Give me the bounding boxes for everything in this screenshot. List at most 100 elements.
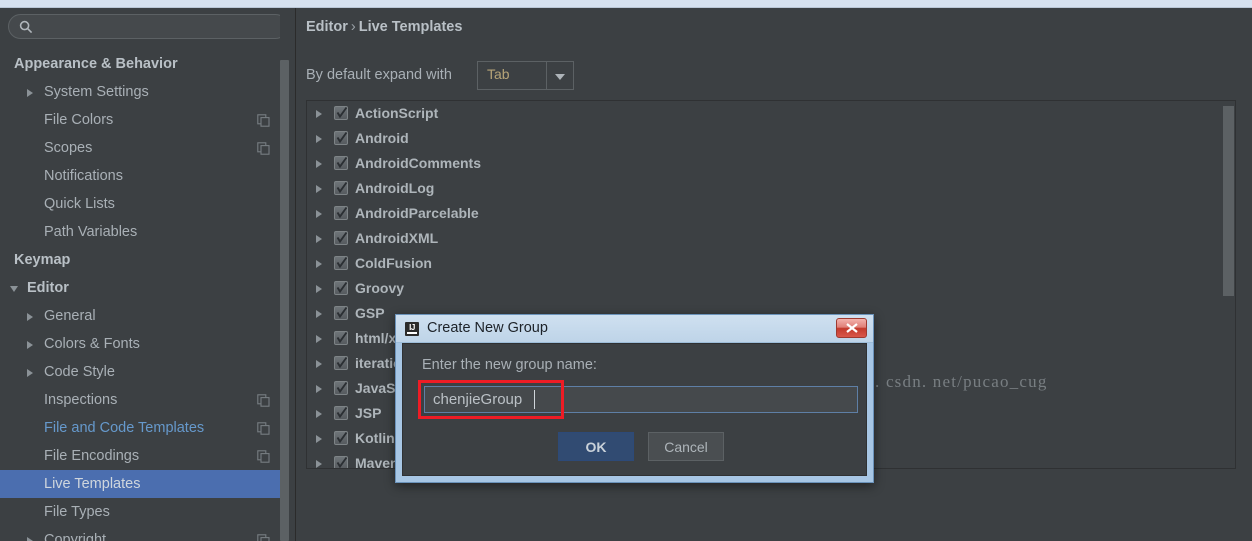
chevron-right-icon[interactable] [316, 235, 322, 243]
template-group-row[interactable]: Android [307, 126, 1235, 151]
close-button[interactable] [836, 318, 867, 338]
sidebar-item-label: Copyright [44, 532, 107, 541]
dialog-titlebar[interactable]: IJ Create New Group [396, 315, 873, 343]
copy-icon [257, 450, 270, 463]
chevron-right-icon[interactable] [27, 89, 33, 97]
group-checkbox[interactable] [334, 406, 348, 420]
sidebar-item-keymap[interactable]: Keymap [0, 246, 284, 274]
sidebar-item-code-style[interactable]: Code Style [0, 358, 284, 386]
ok-button[interactable]: OK [558, 432, 634, 461]
chevron-right-icon[interactable] [316, 160, 322, 168]
breadcrumb-current: Live Templates [358, 19, 463, 35]
sidebar-item-label: File Types [44, 504, 110, 520]
chevron-right-icon[interactable] [316, 185, 322, 193]
search-input[interactable] [39, 15, 287, 40]
sidebar-item-general[interactable]: General [0, 302, 284, 330]
breadcrumb-root[interactable]: Editor [306, 19, 348, 35]
group-checkbox[interactable] [334, 356, 348, 370]
group-name: JSP [355, 405, 382, 421]
group-checkbox[interactable] [334, 231, 348, 245]
dropdown-button[interactable] [546, 62, 573, 89]
chevron-right-icon[interactable] [316, 460, 322, 468]
sidebar-item-label: Scopes [44, 140, 93, 156]
chevron-right-icon[interactable] [27, 341, 33, 349]
template-group-row[interactable]: ColdFusion [307, 251, 1235, 276]
group-name: AndroidXML [355, 230, 439, 246]
sidebar-item-label: Editor [27, 280, 69, 296]
chevron-right-icon[interactable] [316, 135, 322, 143]
sidebar-item-label: File Colors [44, 112, 114, 128]
expand-with-value: Tab [487, 66, 510, 82]
chevron-right-icon[interactable] [316, 210, 322, 218]
list-toolbar [1237, 100, 1252, 469]
expand-with-dropdown[interactable]: Tab [477, 61, 574, 90]
copy-icon [257, 114, 270, 127]
sidebar-item-notifications[interactable]: Notifications [0, 162, 284, 190]
chevron-right-icon[interactable] [316, 360, 322, 368]
group-checkbox[interactable] [334, 306, 348, 320]
group-name: AndroidLog [355, 180, 435, 196]
sidebar-item-label: File Encodings [44, 448, 140, 464]
group-checkbox[interactable] [334, 181, 348, 195]
chevron-right-icon[interactable] [316, 285, 322, 293]
sidebar-item-copyright[interactable]: Copyright [0, 526, 284, 541]
sidebar-item-inspections[interactable]: Inspections [0, 386, 284, 414]
group-name: Maven [355, 455, 399, 469]
chevron-right-icon[interactable] [27, 369, 33, 377]
template-group-row[interactable]: Groovy [307, 276, 1235, 301]
sidebar-scrollbar-thumb[interactable] [280, 60, 289, 541]
list-scrollbar-thumb[interactable] [1223, 106, 1234, 296]
template-group-row[interactable]: AndroidComments [307, 151, 1235, 176]
group-checkbox[interactable] [334, 156, 348, 170]
sidebar-item-file-types[interactable]: File Types [0, 498, 284, 526]
group-name: ActionScript [355, 105, 439, 121]
group-checkbox[interactable] [334, 256, 348, 270]
sidebar-item-system-settings[interactable]: System Settings [0, 78, 284, 106]
sidebar-item-editor[interactable]: Editor [0, 274, 284, 302]
copy-icon [257, 534, 270, 541]
cancel-button[interactable]: Cancel [648, 432, 724, 461]
group-checkbox[interactable] [334, 456, 348, 468]
template-group-row[interactable]: AndroidLog [307, 176, 1235, 201]
group-name-input[interactable] [424, 386, 858, 413]
template-group-row[interactable]: ActionScript [307, 101, 1235, 126]
chevron-right-icon[interactable] [316, 260, 322, 268]
group-checkbox[interactable] [334, 431, 348, 445]
sidebar-item-label: Inspections [44, 392, 118, 408]
sidebar-item-live-templates[interactable]: Live Templates [0, 470, 284, 498]
sidebar-item-quick-lists[interactable]: Quick Lists [0, 190, 284, 218]
sidebar-item-label: Code Style [44, 364, 115, 380]
group-checkbox[interactable] [334, 381, 348, 395]
sidebar-item-colors-fonts[interactable]: Colors & Fonts [0, 330, 284, 358]
intellij-idea-icon: IJ [405, 322, 419, 336]
sidebar-divider [295, 8, 296, 541]
copy-icon [257, 422, 270, 435]
chevron-right-icon[interactable] [316, 435, 322, 443]
sidebar-item-appearance-behavior[interactable]: Appearance & Behavior [0, 50, 284, 78]
sidebar-item-scopes[interactable]: Scopes [0, 134, 284, 162]
template-group-row[interactable]: AndroidParcelable [307, 201, 1235, 226]
sidebar-item-file-encodings[interactable]: File Encodings [0, 442, 284, 470]
parent-window-titlebar [0, 0, 1252, 7]
chevron-right-icon[interactable] [316, 335, 322, 343]
chevron-right-icon[interactable] [27, 313, 33, 321]
chevron-down-icon[interactable] [10, 286, 18, 292]
sidebar-item-path-variables[interactable]: Path Variables [0, 218, 284, 246]
sidebar-item-file-and-code-templates[interactable]: File and Code Templates [0, 414, 284, 442]
sidebar-item-label: File and Code Templates [44, 420, 205, 436]
group-checkbox[interactable] [334, 281, 348, 295]
chevron-right-icon[interactable] [316, 110, 322, 118]
search-icon [19, 20, 33, 34]
sidebar-item-file-colors[interactable]: File Colors [0, 106, 284, 134]
group-checkbox[interactable] [334, 331, 348, 345]
template-group-row[interactable]: AndroidXML [307, 226, 1235, 251]
chevron-right-icon[interactable] [27, 537, 33, 541]
sidebar-item-label: Keymap [14, 252, 71, 268]
group-checkbox[interactable] [334, 206, 348, 220]
search-box[interactable] [8, 14, 288, 40]
chevron-right-icon[interactable] [316, 310, 322, 318]
chevron-right-icon[interactable] [316, 410, 322, 418]
group-checkbox[interactable] [334, 106, 348, 120]
chevron-right-icon[interactable] [316, 385, 322, 393]
group-checkbox[interactable] [334, 131, 348, 145]
